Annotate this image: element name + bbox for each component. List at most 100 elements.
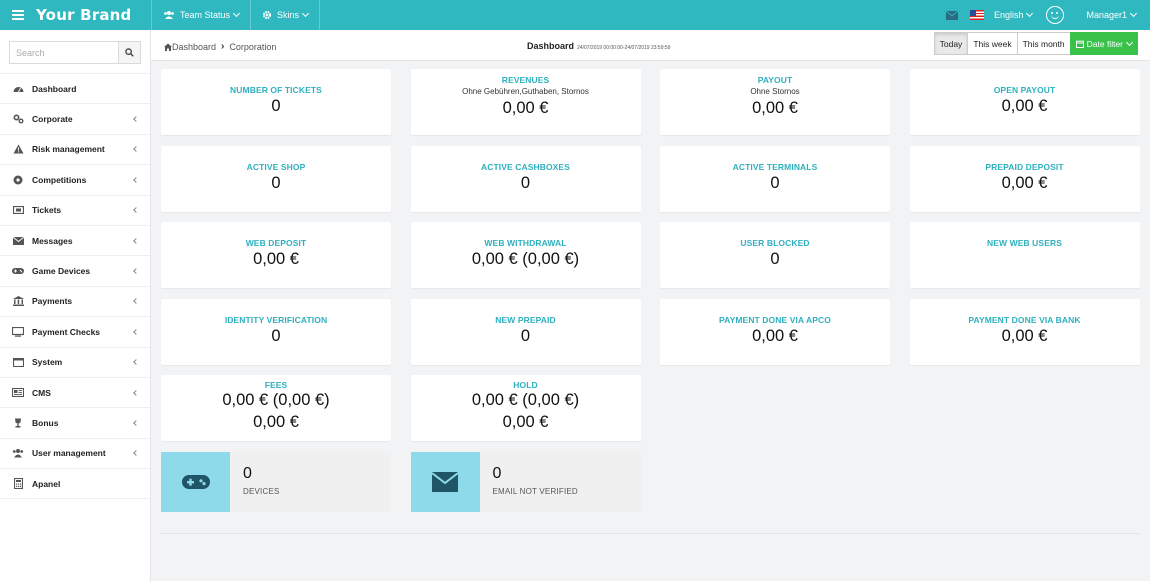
stat-card-identity-verification: IDENTITY VERIFICATION 0	[161, 298, 391, 365]
user-menu[interactable]: Manager1	[1086, 9, 1138, 20]
sidebar-item-corporate[interactable]: Corporate	[0, 104, 150, 135]
stat-title: NEW WEB USERS	[987, 238, 1062, 248]
chevron-down-icon	[232, 9, 241, 18]
sidebar-item-label: CMS	[32, 387, 51, 398]
stat-title: REVENUES	[501, 75, 550, 85]
calculator-icon	[12, 478, 24, 490]
info-box-value: 0	[492, 465, 502, 482]
stat-value: 0	[520, 326, 531, 345]
language-label: English	[993, 10, 1024, 20]
stat-card-payout: PAYOUT Ohne Stornos 0,00 €	[660, 69, 890, 135]
this-week-button[interactable]: This week	[967, 32, 1018, 55]
search-input[interactable]	[9, 41, 118, 64]
home-icon	[164, 43, 172, 51]
sidebar-item-label: User management	[32, 448, 106, 459]
sidebar-item-apanel[interactable]: Apanel	[0, 469, 150, 500]
sidebar-item-competitions[interactable]: Competitions	[0, 165, 150, 196]
stat-title: ACTIVE CASHBOXES	[481, 162, 570, 172]
chevron-left-icon	[133, 359, 139, 366]
skins-label: Skins	[277, 10, 300, 20]
date-filter-button[interactable]: Date filter	[1069, 32, 1138, 55]
skins-menu[interactable]: Skins	[251, 0, 321, 30]
breadcrumb-dashboard[interactable]: Dashboard	[172, 42, 216, 52]
sidebar-item-tickets[interactable]: Tickets	[0, 196, 150, 226]
monitor-icon	[12, 326, 24, 338]
stat-card-revenues: REVENUES Ohne Gebühren,Guthaben, Stornos 0…	[410, 69, 641, 135]
stat-card-web-deposit: WEB DEPOSIT 0,00 €	[161, 222, 391, 288]
stat-title: HOLD	[513, 380, 538, 390]
brand-logo[interactable]: Your Brand	[36, 6, 131, 24]
info-box-text: 0 EMAIL NOT VERIFIED	[480, 452, 578, 512]
user-name: Manager1	[1086, 10, 1127, 20]
chevron-left-icon	[133, 298, 139, 305]
search-button[interactable]	[118, 41, 141, 64]
footer-divider	[161, 533, 1140, 534]
warning-icon	[12, 143, 24, 155]
this-month-button[interactable]: This month	[1016, 32, 1071, 55]
stat-value: 0,00 €	[1001, 97, 1048, 115]
stat-card-active-shop: ACTIVE SHOP 0	[161, 146, 391, 212]
stat-title: OPEN PAYOUT	[993, 85, 1056, 95]
stat-subtitle: Ohne Gebühren,Guthaben, Stornos	[462, 87, 589, 96]
chevron-left-icon	[133, 116, 139, 122]
sidebar-item-bonus[interactable]: Bonus	[0, 408, 150, 439]
stat-title: IDENTITY VERIFICATION	[224, 314, 328, 325]
sidebar-item-label: Bonus	[32, 417, 59, 428]
messages-envelope-icon[interactable]	[945, 10, 958, 20]
calendar-icon	[1075, 40, 1084, 48]
stat-value: 0	[770, 174, 780, 192]
users-icon	[164, 11, 174, 19]
sidebar-item-label: Apanel	[32, 478, 61, 489]
sidebar-item-messages[interactable]: Messages	[0, 226, 150, 257]
stat-title: NEW PREPAID	[495, 314, 556, 325]
chevron-left-icon	[133, 268, 139, 274]
sidebar-item-label: Dashboard	[32, 83, 77, 94]
cogs-icon	[12, 113, 24, 125]
sidebar-item-dashboard[interactable]: Dashboard	[0, 74, 150, 105]
sidebar-item-label: Competitions	[32, 174, 87, 185]
stat-value: 0	[770, 250, 780, 268]
sidebar-item-game-devices[interactable]: Game Devices	[0, 256, 150, 287]
stat-value: 0,00 €	[253, 250, 299, 268]
page-title: Dashboard 24/07/2019 00:00:00-24/07/2019 …	[527, 41, 670, 51]
hamburger-menu-icon[interactable]	[0, 0, 36, 30]
stat-value: 0,00 € (0,00 €)	[222, 391, 330, 409]
stat-card-fees: FEES 0,00 € (0,00 €) 0,00 €	[161, 375, 391, 441]
stat-card-active-cashboxes: ACTIVE CASHBOXES 0	[410, 146, 641, 212]
sidebar-item-cms[interactable]: CMS	[0, 378, 150, 409]
chevron-left-icon	[133, 207, 139, 214]
sidebar-item-label: System	[32, 357, 63, 368]
sidebar-item-risk-management[interactable]: Risk management	[0, 135, 150, 166]
stat-value: 0,00 €	[502, 99, 549, 117]
chevron-left-icon	[133, 177, 139, 183]
sidebar-item-payments[interactable]: Payments	[0, 287, 150, 318]
info-box-value: 0	[243, 465, 252, 482]
gear-icon	[262, 10, 272, 20]
date-range: 24/07/2019 00:00:00-24/07/2019 23:59:59	[577, 45, 671, 51]
team-status-label: Team Status	[180, 10, 231, 20]
trophy-icon	[12, 417, 24, 429]
breadcrumb-separator-icon: ›	[221, 41, 225, 52]
stat-title: WEB DEPOSIT	[245, 238, 307, 248]
chevron-down-icon	[1125, 38, 1134, 46]
stat-value: 0,00 €	[1001, 174, 1048, 192]
stat-value: 0,00 € (0,00 €)	[471, 250, 580, 268]
sidebar-item-user-management[interactable]: User management	[0, 439, 150, 470]
chevron-left-icon	[133, 237, 139, 244]
sidebar-item-payment-checks[interactable]: Payment Checks	[0, 317, 150, 348]
window-icon	[12, 356, 24, 368]
gamepad-icon	[12, 265, 24, 277]
chevron-left-icon	[133, 146, 139, 153]
top-bar: Your Brand Team Status Skins English Man…	[0, 0, 1150, 30]
sidebar-item-system[interactable]: System	[0, 348, 150, 378]
sidebar-item-label: Tickets	[32, 205, 62, 216]
dashboard-icon	[12, 83, 24, 95]
today-button[interactable]: Today	[933, 32, 969, 55]
stat-value: 0	[271, 174, 281, 192]
team-status-menu[interactable]: Team Status	[152, 0, 252, 30]
language-selector[interactable]: English	[969, 9, 1034, 20]
sidebar: Dashboard Corporate Risk management Competi…	[0, 30, 151, 581]
stat-title: NUMBER OF TICKETS	[230, 85, 322, 95]
stat-title: ACTIVE TERMINALS	[732, 162, 818, 172]
avatar[interactable]	[1046, 6, 1065, 24]
